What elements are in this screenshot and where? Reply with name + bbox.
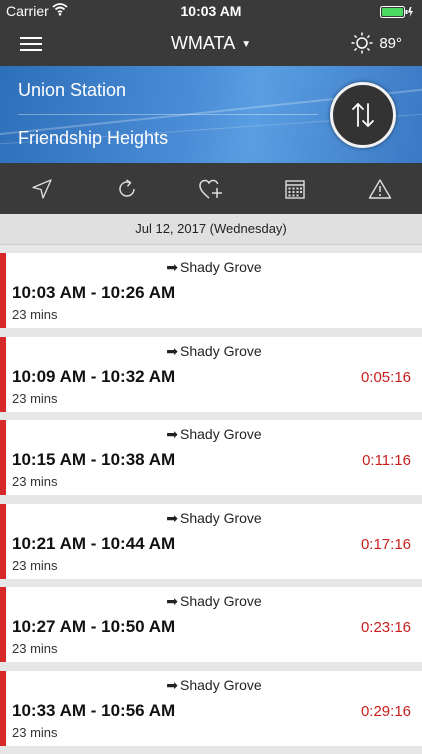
arrow-right-icon: ➡ xyxy=(166,259,178,275)
trip-duration: 23 mins xyxy=(12,390,58,406)
trip-countdown: 0:23:16 xyxy=(360,619,411,636)
destination-station[interactable]: Friendship Heights xyxy=(18,128,168,149)
locate-button[interactable] xyxy=(22,169,62,209)
arrow-right-icon: ➡ xyxy=(166,426,178,442)
swap-arrows-icon xyxy=(352,103,374,127)
trip-duration: 23 mins xyxy=(12,641,58,656)
status-time: 10:03 AM xyxy=(180,3,242,19)
battery-icon xyxy=(380,5,414,18)
sun-icon xyxy=(351,32,373,54)
trip-times: 10:27 AM - 10:50 AM xyxy=(12,617,176,636)
trip-countdown: 0:17:16 xyxy=(360,535,411,553)
alert-icon xyxy=(368,178,391,199)
trip-times: 10:15 AM - 10:38 AM xyxy=(12,450,176,469)
arrow-right-icon: ➡ xyxy=(166,676,178,693)
toolbar xyxy=(0,163,422,214)
trip-times: 10:03 AM - 10:26 AM xyxy=(12,283,176,302)
trip-countdown: 0:11:16 xyxy=(362,452,411,469)
trip-countdown: 0:29:16 xyxy=(360,702,411,720)
route-divider xyxy=(18,114,318,115)
trip-list: ➡ Shady Grove 10:03 AM - 10:26 AM 23 mins… xyxy=(0,253,422,754)
caret-down-icon: ▼ xyxy=(241,39,252,50)
add-favorite-button[interactable] xyxy=(191,169,231,209)
nav-title: WMATA xyxy=(170,33,236,53)
trip-row[interactable]: ➡ Shady Grove 10:33 AM - 10:56 AM 23 mins… xyxy=(0,670,422,746)
arrow-right-icon: ➡ xyxy=(166,593,178,609)
status-bar: Carrier 10:03 AM xyxy=(0,0,422,22)
weather-widget[interactable]: 89° xyxy=(351,32,402,54)
trip-direction: Shady Grove xyxy=(180,342,262,359)
swap-stations-button[interactable] xyxy=(330,82,396,148)
trip-direction: Shady Grove xyxy=(180,259,262,275)
trip-row[interactable]: ➡ Shady Grove 10:15 AM - 10:38 AM 23 mins… xyxy=(0,420,422,495)
trip-times: 10:21 AM - 10:44 AM xyxy=(12,533,176,553)
trip-row[interactable]: ➡ Shady Grove 10:09 AM - 10:32 AM 23 mins… xyxy=(0,336,422,412)
trip-duration: 23 mins xyxy=(12,557,58,573)
location-arrow-icon xyxy=(32,178,52,199)
route-banner: Union Station Friendship Heights xyxy=(0,66,422,163)
trip-direction: Shady Grove xyxy=(180,676,262,693)
trip-direction: Shady Grove xyxy=(180,426,262,442)
refresh-button[interactable] xyxy=(107,169,147,209)
favorite-add-icon xyxy=(199,179,222,199)
alerts-button[interactable] xyxy=(360,169,400,209)
origin-station[interactable]: Union Station xyxy=(18,80,126,101)
temperature-label: 89° xyxy=(379,34,402,52)
trip-row[interactable]: ➡ Shady Grove 10:03 AM - 10:26 AM 23 mins xyxy=(0,253,422,328)
calendar-icon xyxy=(285,179,306,199)
trip-direction: Shady Grove xyxy=(180,509,262,526)
trip-duration: 23 mins xyxy=(12,724,58,740)
trip-countdown: 0:05:16 xyxy=(360,368,411,386)
date-header[interactable]: Jul 12, 2017 (Wednesday) xyxy=(0,214,422,245)
nav-bar: WMATA ▼ 89° xyxy=(0,22,422,66)
trip-duration: 23 mins xyxy=(12,474,58,489)
calendar-button[interactable] xyxy=(275,169,315,209)
trip-times: 10:33 AM - 10:56 AM xyxy=(12,700,176,720)
refresh-icon xyxy=(118,178,135,197)
trip-times: 10:09 AM - 10:32 AM xyxy=(12,366,176,386)
trip-duration: 23 mins xyxy=(12,307,58,322)
arrow-right-icon: ➡ xyxy=(166,509,178,526)
arrow-right-icon: ➡ xyxy=(166,342,178,359)
trip-row[interactable]: ➡ Shady Grove 10:27 AM - 10:50 AM 23 mins… xyxy=(0,587,422,662)
trip-row[interactable]: ➡ Shady Grove 10:21 AM - 10:44 AM 23 mins… xyxy=(0,503,422,579)
trip-direction: Shady Grove xyxy=(180,593,262,609)
